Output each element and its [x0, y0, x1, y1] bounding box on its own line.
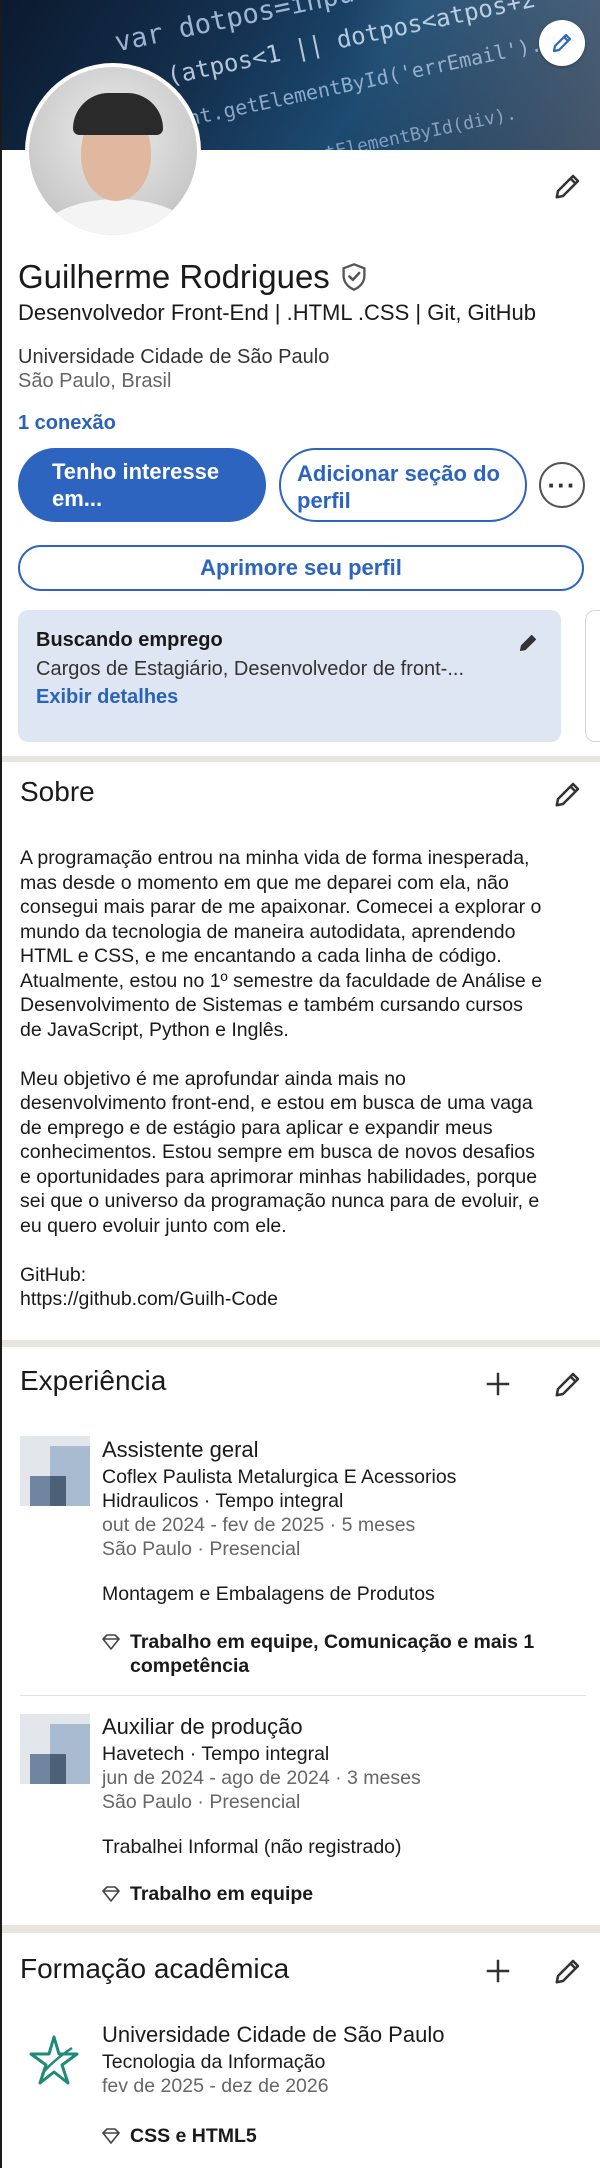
- pencil-icon: [555, 782, 580, 807]
- education-dates: fev de 2025 - dez de 2026: [102, 2075, 329, 2097]
- add-education-button[interactable]: [480, 1953, 516, 1989]
- skills-text: CSS e HTML5: [130, 2125, 257, 2147]
- open-to-work-title: Buscando emprego: [36, 629, 223, 651]
- next-card-peek[interactable]: [585, 610, 600, 742]
- skills-text: Trabalho em equipe: [130, 1883, 314, 1905]
- avatar-photo: [29, 67, 197, 235]
- experience-description: Montagem e Embalagens de Produtos: [102, 1583, 435, 1605]
- pencil-icon: [555, 1959, 580, 1984]
- education-title: Formação acadêmica: [20, 1953, 290, 1984]
- experience-role[interactable]: Auxiliar de produção: [102, 1714, 303, 1740]
- experience-company: Coflex Paulista Metalurgica E Acessorios: [102, 1466, 457, 1488]
- experience-skills[interactable]: Trabalho em equipe: [102, 1882, 313, 1906]
- education-school[interactable]: Universidade Cidade de São Paulo: [102, 2022, 444, 2048]
- experience-role[interactable]: Assistente geral: [102, 1437, 259, 1463]
- pencil-icon: [519, 634, 537, 652]
- diamond-icon: [102, 2128, 120, 2144]
- edit-intro-button[interactable]: [550, 168, 586, 204]
- shield-check-icon: [342, 263, 366, 291]
- experience-description: Trabalhei Informal (não registrado): [102, 1836, 402, 1858]
- skills-text: competência: [130, 1655, 250, 1677]
- edit-banner-button[interactable]: [539, 20, 585, 66]
- profile-name: Guilherme Rodrigues: [18, 258, 330, 295]
- more-options-button[interactable]: ···: [539, 462, 585, 508]
- pencil-icon: [555, 174, 580, 199]
- profile-page: var dotpos=input;[1].la if (atpos<1 || d…: [0, 0, 600, 2168]
- edit-about-button[interactable]: [550, 776, 586, 812]
- ellipsis-icon: ···: [547, 470, 577, 500]
- about-title: Sobre: [20, 776, 95, 807]
- experience-place: São Paulo · Presencial: [102, 1791, 301, 1813]
- skills-text: Trabalho em equipe, Comunicação e mais 1: [130, 1631, 535, 1653]
- company-logo[interactable]: [20, 1436, 90, 1506]
- plus-icon: [486, 1372, 510, 1396]
- experience-company: Havetech · Tempo integral: [102, 1743, 330, 1765]
- profile-location: São Paulo, Brasil: [18, 370, 172, 392]
- section-divider: [2, 1340, 600, 1347]
- open-to-work-card[interactable]: Buscando emprego Cargos de Estagiário, D…: [18, 610, 561, 742]
- diamond-icon: [102, 1634, 120, 1650]
- plus-icon: [486, 1959, 510, 1983]
- open-to-button[interactable]: Tenho interesse em...: [18, 448, 266, 522]
- section-divider: [2, 1925, 600, 1933]
- profile-school[interactable]: Universidade Cidade de São Paulo: [18, 346, 329, 369]
- about-paragraph: A programação entrou na minha vida de fo…: [20, 847, 543, 1041]
- experience-skills[interactable]: Trabalho em equipe, Comunicação e mais 1…: [102, 1630, 534, 1678]
- diamond-icon: [102, 1886, 120, 1902]
- open-to-work-description: Cargos de Estagiário, Desenvolvedor de f…: [36, 658, 464, 680]
- experience-place: São Paulo · Presencial: [102, 1538, 301, 1560]
- experience-dates: out de 2024 - fev de 2025 · 5 meses: [102, 1514, 416, 1536]
- about-text: A programação entrou na minha vida de fo…: [20, 846, 586, 1336]
- avatar[interactable]: [25, 63, 201, 239]
- enhance-profile-button[interactable]: Aprimore seu perfil: [18, 545, 584, 591]
- add-experience-button[interactable]: [480, 1366, 516, 1402]
- edit-experience-button[interactable]: [550, 1366, 586, 1402]
- experience-dates: jun de 2024 - ago de 2024 · 3 meses: [102, 1767, 421, 1789]
- education-skills[interactable]: CSS e HTML5: [102, 2124, 257, 2148]
- edit-open-to-work-button[interactable]: [517, 632, 539, 659]
- add-section-button[interactable]: Adicionar seção do perfil: [279, 448, 527, 522]
- connections-link[interactable]: 1 conexão: [18, 412, 116, 435]
- pencil-icon: [555, 1372, 580, 1397]
- about-paragraph[interactable]: GitHub: https://github.com/Guilh-Code: [20, 1263, 586, 1312]
- pencil-icon: [552, 33, 572, 53]
- about-paragraph: Meu objetivo é me aprofundar ainda mais …: [20, 1067, 540, 1237]
- edit-education-button[interactable]: [550, 1953, 586, 1989]
- name-row: Guilherme Rodrigues: [18, 258, 368, 296]
- company-logo[interactable]: [20, 1714, 90, 1784]
- show-details-link[interactable]: Exibir detalhes: [36, 686, 543, 709]
- university-logo-icon[interactable]: [28, 2034, 80, 2086]
- education-field: Tecnologia da Informação: [102, 2051, 326, 2073]
- experience-title: Experiência: [20, 1365, 167, 1396]
- experience-company: Hidraulicos · Tempo integral: [102, 1490, 344, 1512]
- profile-headline: Desenvolvedor Front-End | .HTML .CSS | G…: [18, 300, 537, 325]
- item-divider: [20, 1695, 586, 1696]
- section-divider: [2, 756, 600, 762]
